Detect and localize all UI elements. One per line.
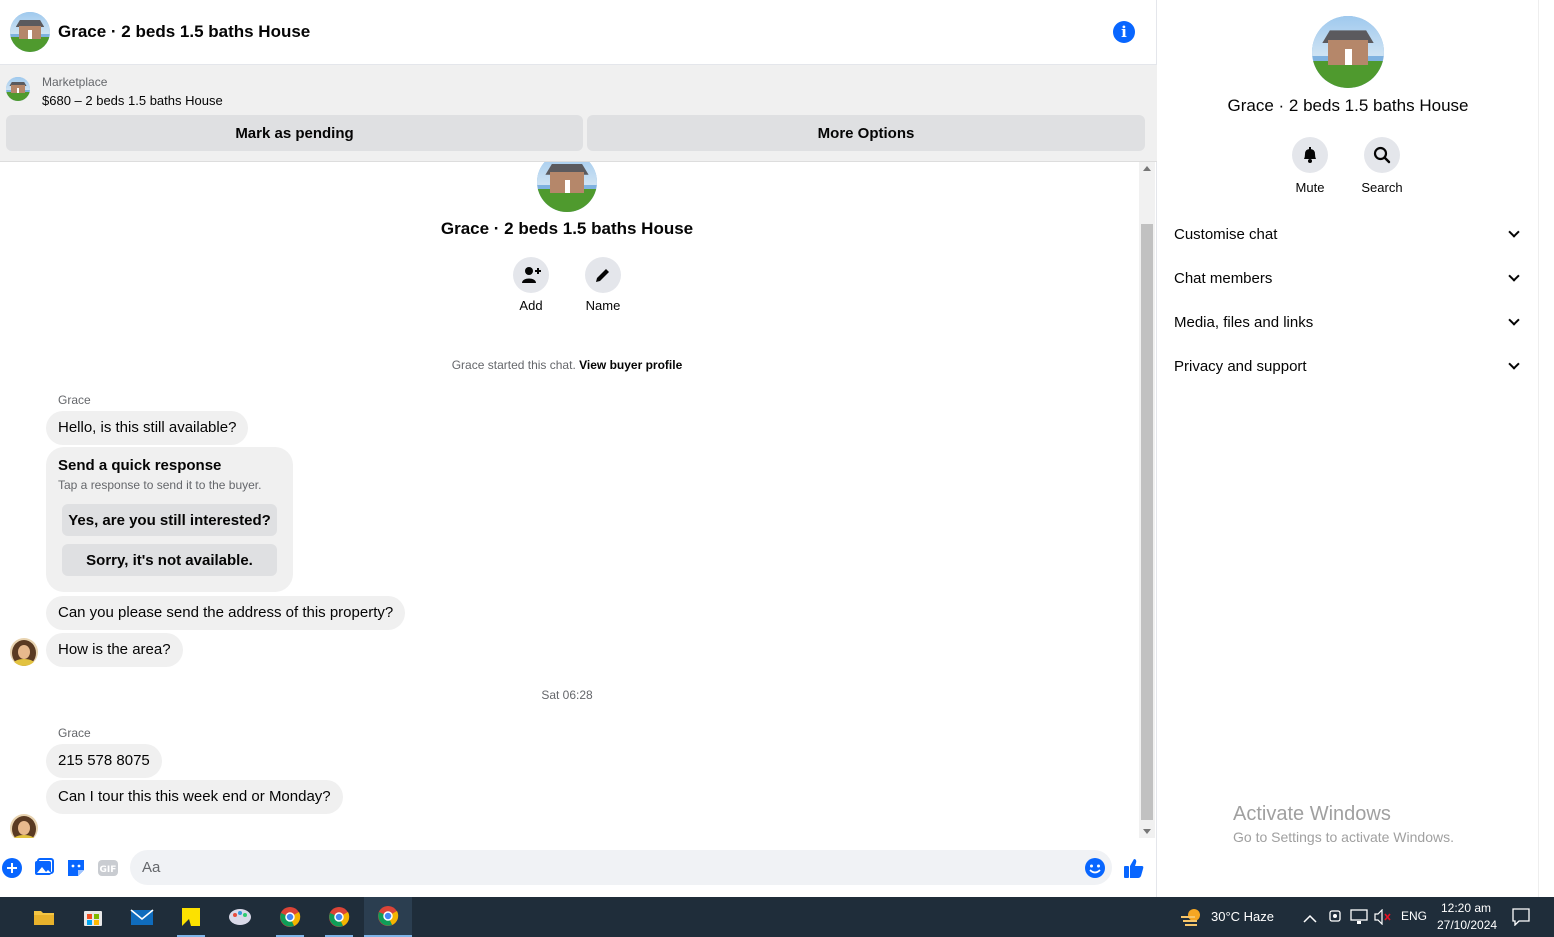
message-bubble[interactable]: How is the area? xyxy=(46,633,183,667)
name-chat-button[interactable] xyxy=(585,257,621,293)
chrome-profile-icon[interactable] xyxy=(315,897,363,937)
language-indicator[interactable]: ENG xyxy=(1401,909,1427,923)
chevron-down-icon xyxy=(1508,358,1520,370)
activate-windows-subtitle: Go to Settings to activate Windows. xyxy=(1233,829,1454,845)
section-label: Media, files and links xyxy=(1174,313,1314,331)
gif-icon[interactable]: GIF xyxy=(97,857,119,879)
more-options-button[interactable]: More Options xyxy=(587,115,1145,151)
thread-avatar xyxy=(537,162,597,212)
info-title: Grace · 2 beds 1.5 baths House xyxy=(1227,96,1469,115)
thread-title: Grace · 2 beds 1.5 baths House xyxy=(440,219,694,238)
weather-text[interactable]: 30°C Haze xyxy=(1211,909,1274,924)
add-label: Add xyxy=(519,298,543,313)
messenger-window: Grace · 2 beds 1.5 baths House i Marketp… xyxy=(0,0,1554,897)
clock-time[interactable]: 12:20 am xyxy=(1441,901,1491,915)
scroll-up-arrow-icon[interactable] xyxy=(1143,166,1151,171)
search-icon[interactable] xyxy=(1364,137,1400,173)
scrollbar-thumb[interactable] xyxy=(1141,224,1153,820)
media-files-links-section[interactable]: Media, files and links xyxy=(1174,300,1522,344)
chrome-icon[interactable] xyxy=(364,897,412,937)
weather-icon[interactable] xyxy=(1180,907,1204,932)
page-scrollbar[interactable] xyxy=(1538,0,1554,897)
section-label: Customise chat xyxy=(1174,225,1278,243)
composer: GIF xyxy=(0,848,1157,888)
chevron-up-icon[interactable] xyxy=(1303,911,1317,929)
info-icon[interactable]: i xyxy=(1113,21,1135,43)
message-list[interactable]: Grace · 2 beds 1.5 baths House Add Name … xyxy=(0,162,1138,838)
message-scrollbar[interactable] xyxy=(1139,162,1155,838)
windows-taskbar: 30°C Haze ENG 12:20 am 27/10/2024 xyxy=(0,897,1554,937)
chat-title: Grace · 2 beds 1.5 baths House xyxy=(58,22,311,41)
quick-response-card: Send a quick response Tap a response to … xyxy=(46,447,293,592)
quick-response-option[interactable]: Sorry, it's not available. xyxy=(62,544,277,576)
sticky-notes-icon[interactable] xyxy=(167,897,215,937)
bell-icon[interactable] xyxy=(1292,137,1328,173)
chrome-profile-icon[interactable] xyxy=(266,897,314,937)
mark-as-pending-button[interactable]: Mark as pending xyxy=(6,115,583,151)
message-input[interactable] xyxy=(130,850,1112,885)
mail-icon[interactable] xyxy=(118,897,166,937)
search-label: Search xyxy=(1361,180,1403,195)
message-timestamp: Sat 06:28 xyxy=(541,688,593,702)
add-person-button[interactable] xyxy=(513,257,549,293)
network-icon[interactable] xyxy=(1350,909,1368,930)
quick-response-title: Send a quick response xyxy=(58,457,222,474)
section-label: Chat members xyxy=(1174,269,1273,287)
privacy-support-section[interactable]: Privacy and support xyxy=(1174,344,1522,388)
emoji-icon[interactable] xyxy=(1084,857,1106,879)
customise-chat-section[interactable]: Customise chat xyxy=(1174,212,1522,256)
notification-center-icon[interactable] xyxy=(1512,908,1530,931)
search-action[interactable]: Search xyxy=(1352,137,1412,195)
like-thumb-icon[interactable] xyxy=(1123,857,1145,879)
name-label: Name xyxy=(585,298,621,313)
marketplace-label: Marketplace xyxy=(42,75,108,89)
chat-pane: Grace · 2 beds 1.5 baths House i Marketp… xyxy=(0,0,1157,897)
marketplace-listing-thumbnail[interactable] xyxy=(6,77,30,101)
chevron-down-icon xyxy=(1508,226,1520,238)
activate-windows-title: Activate Windows xyxy=(1233,803,1391,825)
pencil-icon xyxy=(596,269,609,282)
chat-members-section[interactable]: Chat members xyxy=(1174,256,1522,300)
message-bubble[interactable]: Hello, is this still available? xyxy=(46,411,249,445)
message-bubble[interactable]: Can you please send the address of this … xyxy=(46,596,406,630)
clock-date[interactable]: 27/10/2024 xyxy=(1437,918,1497,932)
view-buyer-profile-link[interactable]: View buyer profile xyxy=(579,358,682,372)
plus-icon[interactable] xyxy=(1,857,23,879)
message-bubble[interactable]: 215 578 8075 xyxy=(46,744,162,778)
message-bubble[interactable]: Can I tour this this week end or Monday? xyxy=(46,780,343,814)
chat-started-text: Grace started this chat. xyxy=(451,358,576,372)
chevron-down-icon xyxy=(1508,314,1520,326)
file-explorer-icon[interactable] xyxy=(20,897,68,937)
chevron-down-icon xyxy=(1508,270,1520,282)
marketplace-listing-title[interactable]: $680 – 2 beds 1.5 baths House xyxy=(42,93,223,108)
mute-label: Mute xyxy=(1295,180,1325,195)
sender-avatar[interactable] xyxy=(10,638,38,666)
sticker-icon[interactable] xyxy=(65,857,87,879)
mute-action[interactable]: Mute xyxy=(1280,137,1340,195)
quick-response-subtitle: Tap a response to send it to the buyer. xyxy=(58,478,262,492)
quick-response-option[interactable]: Yes, are you still interested? xyxy=(62,504,277,536)
chat-header: Grace · 2 beds 1.5 baths House i xyxy=(0,0,1157,65)
scroll-down-arrow-icon[interactable] xyxy=(1143,829,1151,834)
conversation-info-panel: Grace · 2 beds 1.5 baths House Mute Sear… xyxy=(1158,0,1538,897)
sender-avatar[interactable] xyxy=(10,814,38,838)
listing-avatar[interactable] xyxy=(10,12,50,52)
svg-text:GIF: GIF xyxy=(100,865,117,875)
meet-now-icon[interactable] xyxy=(1328,909,1342,930)
photo-icon[interactable] xyxy=(33,857,55,879)
info-avatar xyxy=(1312,16,1384,88)
section-label: Privacy and support xyxy=(1174,357,1307,375)
sender-name: Grace xyxy=(58,393,91,407)
chat-started-notice: Grace started this chat. View buyer prof… xyxy=(0,358,1134,372)
volume-muted-icon[interactable] xyxy=(1374,908,1392,930)
paint-app-icon[interactable] xyxy=(216,897,264,937)
sender-name: Grace xyxy=(58,726,91,740)
microsoft-store-icon[interactable] xyxy=(69,897,117,937)
add-person-icon xyxy=(522,267,541,283)
